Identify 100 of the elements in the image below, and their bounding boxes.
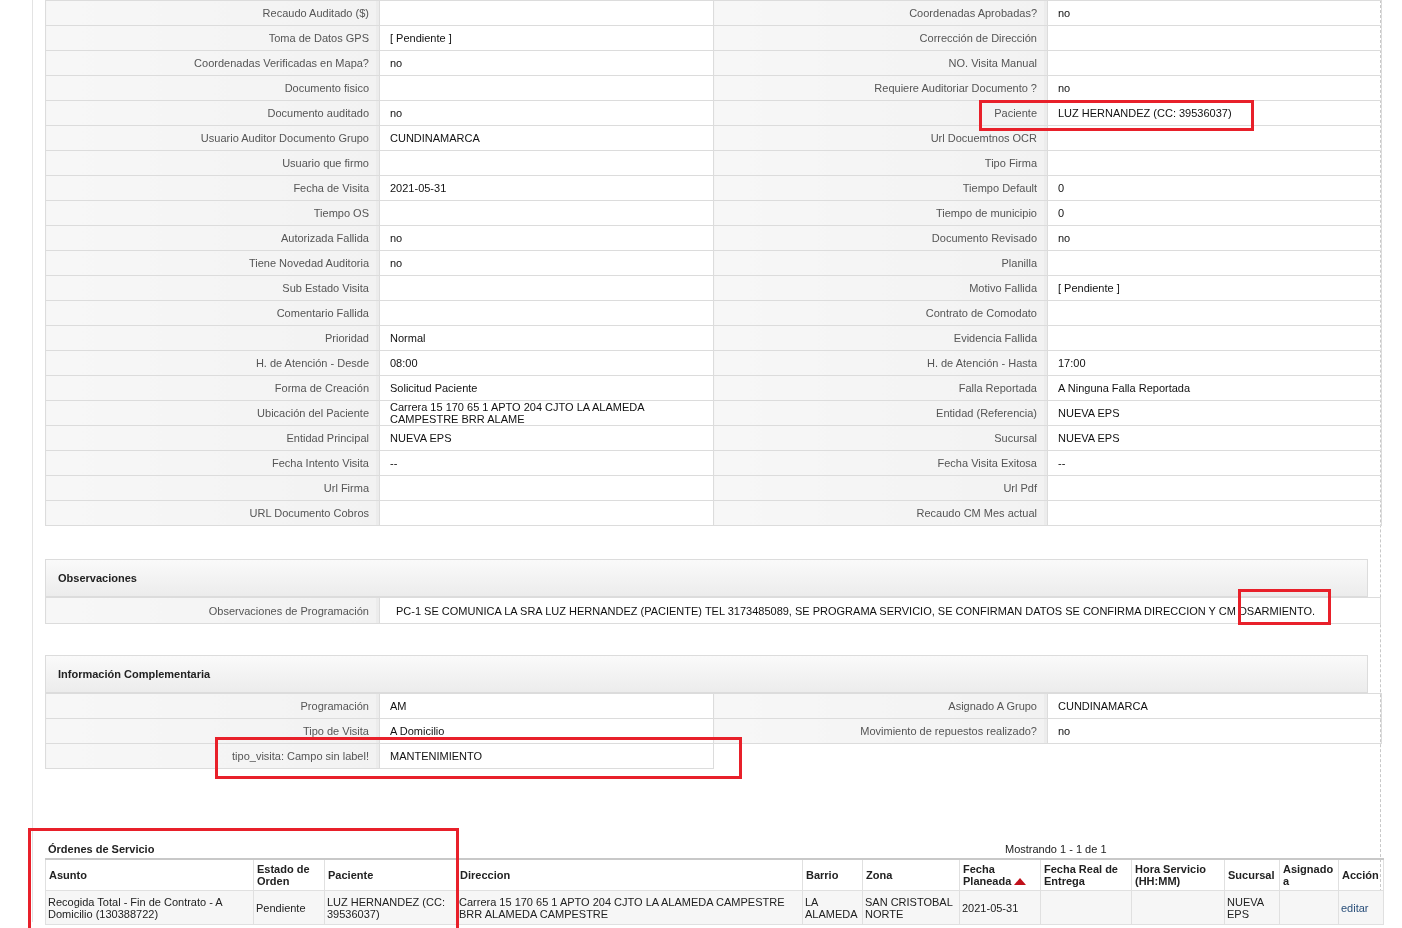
field-value: NUEVA EPS <box>1058 432 1120 444</box>
field-label: H. de Atención - Desde <box>45 350 380 376</box>
field-label: Requiere Auditoriar Documento ? <box>713 75 1048 101</box>
field-label: Forma de Creación <box>45 375 380 401</box>
field-label: Prioridad <box>45 325 380 351</box>
field-value: Solicitud Paciente <box>390 382 478 394</box>
column-header[interactable]: Acción <box>1338 859 1384 891</box>
field-value: no <box>1058 7 1071 19</box>
field-value: 2021-05-31 <box>390 182 447 194</box>
column-header[interactable]: Sucursal <box>1224 859 1280 891</box>
field-value: no <box>1058 725 1071 737</box>
field-label: Coordenadas Aprobadas? <box>713 0 1048 26</box>
field-value: no <box>390 257 403 269</box>
table-cell: LUZ HERNANDEZ (CC: 39536037) <box>324 890 457 925</box>
column-header[interactable]: Hora Servicio (HH:MM) <box>1131 859 1225 891</box>
field-label: Url Firma <box>45 475 380 501</box>
field-value: [ Pendiente ] <box>1058 282 1120 294</box>
field-label: Tiempo OS <box>45 200 380 226</box>
field-label: Usuario Auditor Documento Grupo <box>45 125 380 151</box>
field-label: Entidad (Referencia) <box>713 400 1048 426</box>
field-label: Sub Estado Visita <box>45 275 380 301</box>
field-label: Ubicación del Paciente <box>45 400 380 426</box>
field-label: Documento fisico <box>45 75 380 101</box>
table-cell: Recogida Total - Fin de Contrato - A Domicilio (130388722) <box>45 890 254 925</box>
field-value: LUZ HERNANDEZ (CC: 39536037) <box>1058 107 1232 119</box>
column-header[interactable]: Fecha Planeada <box>959 859 1041 891</box>
field-value: no <box>390 107 403 119</box>
column-header[interactable]: Estado de Orden <box>253 859 325 891</box>
field-label: Toma de Datos GPS <box>45 25 380 51</box>
field-label: Planilla <box>713 250 1048 276</box>
field-label: Falla Reportada <box>713 375 1048 401</box>
field-label: Movimiento de repuestos realizado? <box>713 718 1048 744</box>
field-value: 0 <box>1058 207 1065 219</box>
field-label: Recaudo Auditado ($) <box>45 0 380 26</box>
field-value: A Ninguna Falla Reportada <box>1058 382 1191 394</box>
field-value: AM <box>390 700 407 712</box>
field-value: 17:00 <box>1058 357 1086 369</box>
field-label: Coordenadas Verificadas en Mapa? <box>45 50 380 76</box>
field-label: Fecha Intento Visita <box>45 450 380 476</box>
field-label: Contrato de Comodato <box>713 300 1048 326</box>
field-label: Entidad Principal <box>45 425 380 451</box>
field-value: 08:00 <box>390 357 418 369</box>
table-cell: 2021-05-31 <box>959 890 1041 925</box>
section-title: Órdenes de Servicio <box>47 843 156 855</box>
field-label: tipo_visita: Campo sin label! <box>45 743 380 769</box>
field-value: CUNDINAMARCA <box>390 132 480 144</box>
field-label: Documento auditado <box>45 100 380 126</box>
field-value: 0 <box>1058 182 1065 194</box>
field-value: MANTENIMIENTO <box>390 750 483 762</box>
field-label: Url Pdf <box>713 475 1048 501</box>
field-label: Evidencia Fallida <box>713 325 1048 351</box>
field-value: NUEVA EPS <box>1058 407 1120 419</box>
field-label: Tiempo de municipio <box>713 200 1048 226</box>
section-header: Información Complementaria <box>45 655 1368 693</box>
field-label: Recaudo CM Mes actual <box>713 500 1048 526</box>
field-value: no <box>1058 232 1071 244</box>
field-label: Sucursal <box>713 425 1048 451</box>
field-value: -- <box>390 457 398 469</box>
field-label: Tiempo Default <box>713 175 1048 201</box>
field-label: NO. Visita Manual <box>713 50 1048 76</box>
field-value: NUEVA EPS <box>390 432 452 444</box>
column-header[interactable]: Asignado a <box>1279 859 1339 891</box>
field-value: A Domicilio <box>390 725 445 737</box>
field-label: Motivo Fallida <box>713 275 1048 301</box>
field-value: PC-1 SE COMUNICA LA SRA LUZ HERNANDEZ (PACIENTE) TEL 3173485089, SE PROGRAMA SERVICIO, SE CONFIRMAN DATOS SE CONFIRMA DIRECCION Y CM DSARMIENTO. <box>379 597 1381 624</box>
field-value: no <box>1058 82 1071 94</box>
field-value: -- <box>1058 457 1066 469</box>
field-label: H. de Atención - Hasta <box>713 350 1048 376</box>
field-label: URL Documento Cobros <box>45 500 380 526</box>
pagination-info: Mostrando 1 - 1 de 1 <box>1005 843 1107 855</box>
field-label: Autorizada Fallida <box>45 225 380 251</box>
field-label: Asignado A Grupo <box>713 693 1048 719</box>
field-label: Url Docuemtnos OCR <box>713 125 1048 151</box>
column-header[interactable]: Direccion <box>456 859 803 891</box>
column-header[interactable]: Zona <box>862 859 960 891</box>
field-label: Fecha de Visita <box>45 175 380 201</box>
field-label: Observaciones de Programación <box>45 597 380 624</box>
field-label: Documento Revisado <box>713 225 1048 251</box>
table-cell: Pendiente <box>253 890 325 925</box>
table-cell: NUEVA EPS <box>1224 890 1280 925</box>
field-value: no <box>390 232 403 244</box>
section-header: Observaciones <box>45 559 1368 597</box>
field-value: Normal <box>390 332 426 344</box>
table-cell: SAN CRISTOBAL NORTE <box>862 890 960 925</box>
field-label: Comentario Fallida <box>45 300 380 326</box>
field-label: Programación <box>45 693 380 719</box>
field-label: Usuario que firmo <box>45 150 380 176</box>
field-value: [ Pendiente ] <box>390 32 452 44</box>
column-header[interactable]: Barrio <box>802 859 863 891</box>
table-cell: LA ALAMEDA <box>802 890 863 925</box>
field-label: Tiene Novedad Auditoria <box>45 250 380 276</box>
column-header[interactable]: Fecha Real de Entrega <box>1040 859 1132 891</box>
field-value: Carrera 15 170 65 1 APTO 204 CJTO LA ALAMEDA CAMPESTRE BRR ALAME <box>390 401 644 425</box>
field-label: Fecha Visita Exitosa <box>713 450 1048 476</box>
field-label: Tipo Firma <box>713 150 1048 176</box>
field-value: CUNDINAMARCA <box>1058 700 1148 712</box>
field-label: Corrección de Dirección <box>713 25 1048 51</box>
column-header[interactable]: Asunto <box>45 859 254 891</box>
table-cell: Carrera 15 170 65 1 APTO 204 CJTO LA ALAMEDA CAMPESTRE BRR ALAMEDA CAMPESTRE <box>456 890 803 925</box>
field-value: no <box>390 57 403 69</box>
